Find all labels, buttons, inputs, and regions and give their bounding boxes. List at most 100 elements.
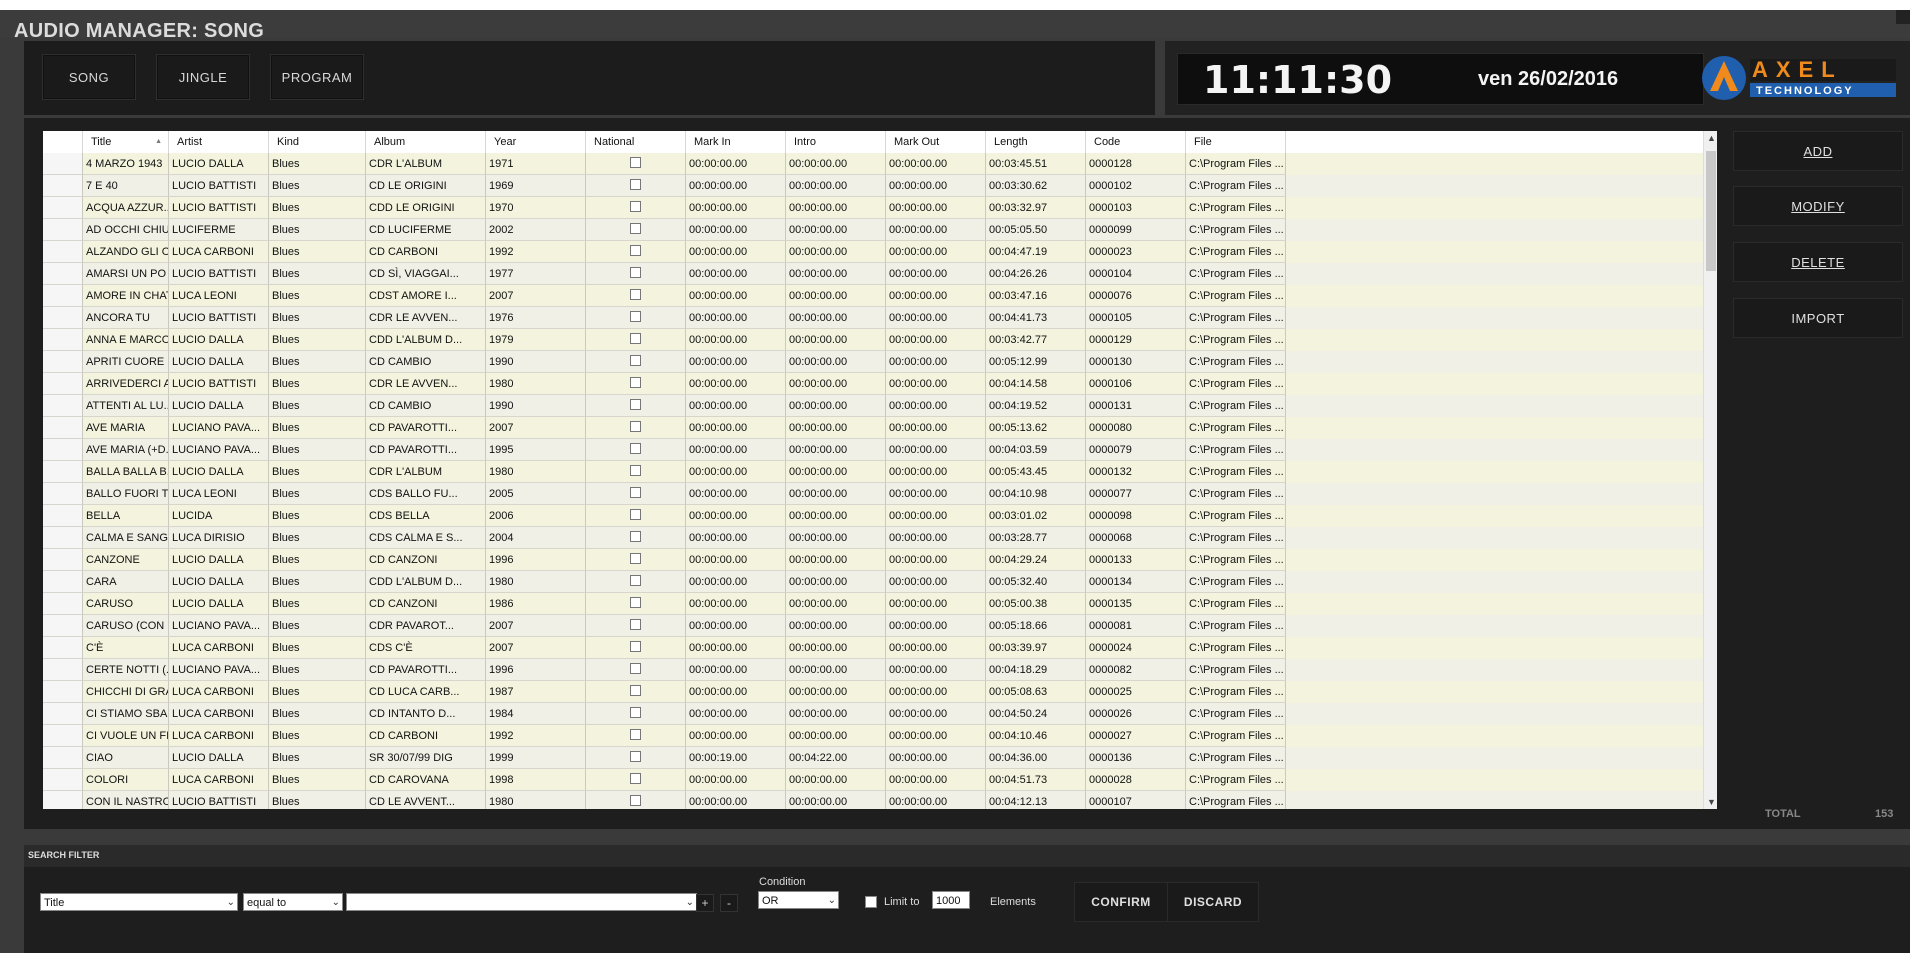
column-header[interactable]: File [1186,131,1286,153]
condition-select[interactable]: OR ⌄ [758,891,839,909]
row-selector[interactable] [43,505,83,527]
table-row[interactable]: ARRIVEDERCI A...LUCIO BATTISTIBluesCDR L… [43,373,1703,395]
add-condition-button[interactable]: + [696,894,714,912]
table-row[interactable]: AMARSI UN PO LUCIO BATTISTI Blues CD SÌ, VI… [43,263,1703,285]
national-checkbox[interactable] [630,619,641,630]
delete-button[interactable]: DELETE [1733,242,1903,282]
national-checkbox[interactable] [630,399,641,410]
row-selector[interactable] [43,483,83,505]
filter-field-select[interactable]: Title ⌄ [40,893,238,911]
add-button[interactable]: ADD [1733,131,1903,171]
table-row[interactable]: ATTENTI AL LU... LUCIO DALLA Blues CD CAMBI… [43,395,1703,417]
scroll-up-icon[interactable]: ▲ [1707,133,1716,143]
table-row[interactable]: AVE MARIA (+D... LUCIANO PAVA... Blues CD P… [43,439,1703,461]
row-selector[interactable] [43,373,83,395]
tab-song[interactable]: SONG [42,54,136,100]
column-header[interactable]: Intro [786,131,886,153]
filter-operator-select[interactable]: equal to ⌄ [243,893,343,911]
row-selector[interactable] [43,681,83,703]
table-row[interactable]: ACQUA AZZUR... LUCIO BATTISTI Blues CDD LE … [43,197,1703,219]
national-checkbox[interactable] [630,311,641,322]
national-checkbox[interactable] [630,245,641,256]
national-checkbox[interactable] [630,509,641,520]
national-checkbox[interactable] [630,355,641,366]
row-selector[interactable] [43,615,83,637]
national-checkbox[interactable] [630,421,641,432]
row-selector[interactable] [43,461,83,483]
tab-jingle[interactable]: JINGLE [156,54,250,100]
row-selector[interactable] [43,637,83,659]
national-checkbox[interactable] [630,443,641,454]
row-selector[interactable] [43,747,83,769]
row-selector[interactable] [43,307,83,329]
table-row[interactable]: 7 E 40 LUCIO BATTISTI Blues CD LE ORIGINI 19… [43,175,1703,197]
national-checkbox[interactable] [630,157,641,168]
tab-program[interactable]: PROGRAM [270,54,364,100]
limit-checkbox[interactable] [865,896,877,908]
national-checkbox[interactable] [630,641,641,652]
national-checkbox[interactable] [630,531,641,542]
table-row[interactable]: BELLA LUCIDA Blues CDS BELLA 2006 00:00:00.00… [43,505,1703,527]
row-selector[interactable] [43,417,83,439]
column-header[interactable]: Year [486,131,586,153]
national-checkbox[interactable] [630,223,641,234]
row-selector[interactable] [43,263,83,285]
row-selector[interactable] [43,175,83,197]
table-row[interactable]: CARUSO LUCIO DALLA Blues CD CANZONI 1986 00:0… [43,593,1703,615]
national-checkbox[interactable] [630,333,641,344]
table-row[interactable]: CANZONE LUCIO DALLA Blues CD CANZONI 1996 00:… [43,549,1703,571]
national-checkbox[interactable] [630,289,641,300]
table-row[interactable]: ANNA E MARCO LUCIO DALLA Blues CDD L'ALBUM … [43,329,1703,351]
row-selector[interactable] [43,659,83,681]
row-selector[interactable] [43,791,83,809]
table-row[interactable]: APRITI CUORE LUCIO DALLA Blues CD CAMBIO 199… [43,351,1703,373]
row-selector[interactable] [43,153,83,175]
confirm-button[interactable]: CONFIRM [1074,882,1168,922]
table-row[interactable]: CERTE NOTTI (... LUCIANO PAVA... Blues CD P… [43,659,1703,681]
column-header[interactable]: Title ▲ [83,131,169,153]
national-checkbox[interactable] [630,465,641,476]
column-header[interactable]: Artist [169,131,269,153]
import-button[interactable]: IMPORT [1733,298,1903,338]
table-row[interactable]: CI STIAMO SBA... LUCA CARBONI Blues CD INTA… [43,703,1703,725]
column-header[interactable]: National [586,131,686,153]
table-row[interactable]: CARUSO (CON L...LUCIANO PAVA...BluesCDR … [43,615,1703,637]
column-header[interactable]: Album [366,131,486,153]
row-selector[interactable] [43,527,83,549]
column-header[interactable]: Length [986,131,1086,153]
national-checkbox[interactable] [630,729,641,740]
limit-input[interactable]: 1000 [932,891,970,909]
row-selector[interactable] [43,593,83,615]
national-checkbox[interactable] [630,377,641,388]
table-row[interactable]: CALMA E SANG... LUCA DIRISIO Blues CDS CALM… [43,527,1703,549]
row-selector[interactable] [43,329,83,351]
table-row[interactable]: CHICCHI DI GRA...LUCA CARBONIBluesCD LUC… [43,681,1703,703]
table-row[interactable]: BALLO FUORI T... LUCA LEONI Blues CDS BALLO… [43,483,1703,505]
modify-button[interactable]: MODIFY [1733,186,1903,226]
column-header[interactable]: Kind [269,131,366,153]
row-selector[interactable] [43,285,83,307]
national-checkbox[interactable] [630,179,641,190]
national-checkbox[interactable] [630,267,641,278]
table-row[interactable]: 4 MARZO 1943 LUCIO DALLA Blues CDR L'ALBUM 1… [43,153,1703,175]
row-selector[interactable] [43,703,83,725]
scroll-thumb[interactable] [1706,151,1716,271]
national-checkbox[interactable] [630,773,641,784]
national-checkbox[interactable] [630,795,641,806]
row-selector[interactable] [43,549,83,571]
table-row[interactable]: C'È LUCA CARBONI Blues CDS C'È 2007 00:00:00.… [43,637,1703,659]
table-row[interactable]: CIAO LUCIO DALLA Blues SR 30/07/99 DIG 1999 0… [43,747,1703,769]
row-selector[interactable] [43,219,83,241]
national-checkbox[interactable] [630,201,641,212]
table-row[interactable]: ALZANDO GLI O...LUCA CARBONIBluesCD CARB… [43,241,1703,263]
window-control[interactable] [1896,10,1910,24]
row-selector[interactable] [43,395,83,417]
table-row[interactable]: AVE MARIA LUCIANO PAVA... Blues CD PAVAROTT… [43,417,1703,439]
row-selector[interactable] [43,241,83,263]
row-selector[interactable] [43,197,83,219]
row-selector[interactable] [43,351,83,373]
table-row[interactable]: AD OCCHI CHIUSILUCIFERMEBluesCD LUCIFERM… [43,219,1703,241]
row-selector[interactable] [43,769,83,791]
remove-condition-button[interactable]: - [720,894,738,912]
table-row[interactable]: CARA LUCIO DALLA Blues CDD L'ALBUM D... 1980… [43,571,1703,593]
